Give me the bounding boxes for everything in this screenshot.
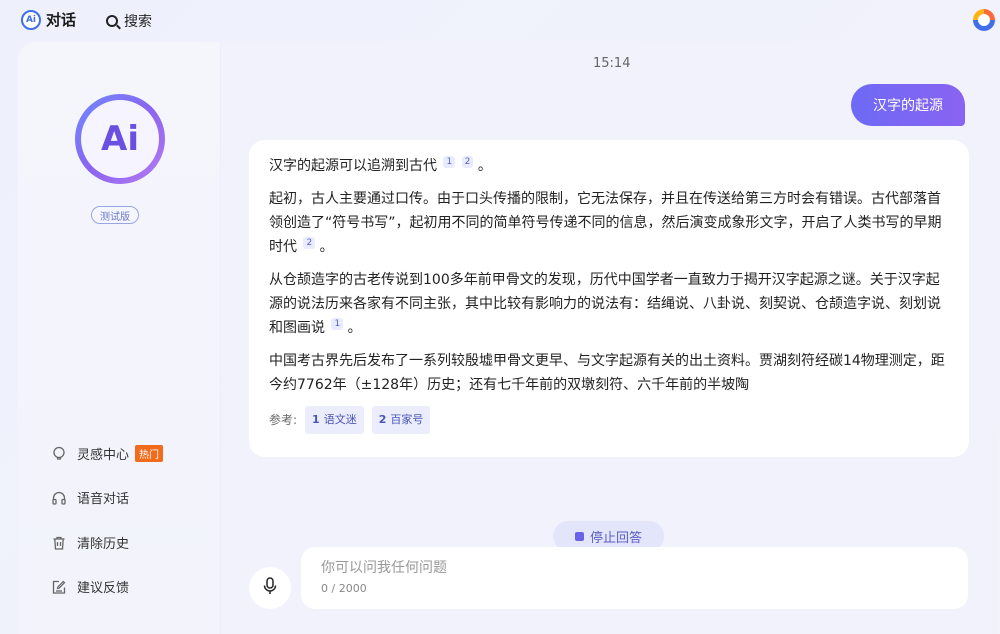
answer-text: 从仓颉造字的古老传说到100多年前甲骨文的发现，历代中国学者一直致力于揭开汉字起… xyxy=(269,272,941,336)
answer-paragraph: 从仓颉造字的古老传说到100多年前甲骨文的发现，历代中国学者一直致力于揭开汉字起… xyxy=(269,268,949,340)
stop-label: 停止回答 xyxy=(590,530,643,546)
voice-input-button[interactable] xyxy=(249,567,291,609)
message-timestamp: 15:14 xyxy=(593,56,631,71)
sidebar-item-label: 灵感中心 xyxy=(77,448,130,463)
reference-number: 2 xyxy=(378,413,387,426)
answer-text: 汉字的起源可以追溯到古代 xyxy=(269,158,437,174)
ai-logo-icon: Ai xyxy=(21,9,41,30)
ai-avatar-logo: Ai xyxy=(75,94,165,184)
user-avatar[interactable] xyxy=(973,9,995,31)
brand-chat-tab[interactable]: Ai 对话 xyxy=(21,9,76,30)
stop-icon xyxy=(575,531,584,541)
reference-chip[interactable]: 1 语文迷 xyxy=(305,406,364,434)
avatar-icon xyxy=(978,14,990,26)
main-panel: Ai 测试版 灵感中心 热门 语音对话 清除历史 建议反馈 15:14 汉字的起… xyxy=(18,42,998,634)
top-bar: Ai 对话 搜索 xyxy=(0,0,1000,40)
citation-2-marker[interactable]: 2 xyxy=(461,156,474,169)
citation-1-marker[interactable]: 1 xyxy=(331,318,344,331)
answer-text: 。 xyxy=(477,158,492,174)
sidebar-item-voice-chat[interactable]: 语音对话 xyxy=(51,488,129,507)
answer-text: 。 xyxy=(347,320,362,336)
ai-logo-text: Ai xyxy=(81,100,159,178)
trash-icon xyxy=(51,535,67,551)
brand-name: 对话 xyxy=(46,11,77,29)
sidebar-item-feedback[interactable]: 建议反馈 xyxy=(51,577,129,596)
citation-2-marker[interactable]: 2 xyxy=(303,237,316,250)
search-nav-button[interactable]: 搜索 xyxy=(106,11,152,31)
search-label: 搜索 xyxy=(124,14,152,30)
search-icon xyxy=(106,15,118,27)
reference-name: 百家号 xyxy=(390,413,424,426)
assistant-answer-card: 汉字的起源可以追溯到古代 1 2 。 起初，古人主要通过口传。由于口头传播的限制… xyxy=(249,140,969,457)
sidebar-item-label: 语音对话 xyxy=(77,492,130,507)
answer-paragraph: 中国考古界先后发布了一系列较殷墟甲骨文更早、与文字起源有关的出土资料。贾湖刻符经… xyxy=(269,349,949,397)
microphone-icon xyxy=(262,577,278,599)
lightbulb-icon xyxy=(51,446,67,462)
reference-number: 1 xyxy=(312,413,320,426)
answer-text: 起初，古人主要通过口传。由于口头传播的限制，它无法保存，并且在传送给第三方时会有… xyxy=(269,191,942,255)
sidebar-item-label: 清除历史 xyxy=(77,537,130,552)
user-message-bubble: 汉字的起源 xyxy=(851,84,965,126)
sidebar: Ai 测试版 灵感中心 热门 语音对话 清除历史 建议反馈 xyxy=(18,42,221,634)
answer-text: 。 xyxy=(319,239,334,255)
citation-1-marker[interactable]: 1 xyxy=(443,156,456,169)
references-label: 参考: xyxy=(269,413,298,427)
sidebar-item-label: 建议反馈 xyxy=(77,581,130,596)
question-input-box: 0 / 2000 xyxy=(301,547,968,609)
beta-badge: 测试版 xyxy=(91,206,139,224)
headphones-icon xyxy=(51,490,67,506)
sidebar-item-clear-history[interactable]: 清除历史 xyxy=(51,533,129,552)
feedback-icon xyxy=(51,579,67,595)
answer-paragraph: 汉字的起源可以追溯到古代 1 2 。 xyxy=(269,154,949,178)
hot-badge: 热门 xyxy=(135,445,164,462)
reference-chip[interactable]: 2 百家号 xyxy=(371,406,431,434)
answer-paragraph: 起初，古人主要通过口传。由于口头传播的限制，它无法保存，并且在传送给第三方时会有… xyxy=(269,187,949,259)
sidebar-item-inspiration[interactable]: 灵感中心 热门 xyxy=(51,444,164,463)
char-counter: 0 / 2000 xyxy=(321,582,367,595)
answer-text: 中国考古界先后发布了一系列较殷墟甲骨文更早、与文字起源有关的出土资料。贾湖刻符经… xyxy=(269,353,945,393)
reference-name: 语文迷 xyxy=(323,413,357,426)
references-row: 参考: 1 语文迷 2 百家号 xyxy=(269,406,949,434)
question-input[interactable] xyxy=(321,560,948,576)
